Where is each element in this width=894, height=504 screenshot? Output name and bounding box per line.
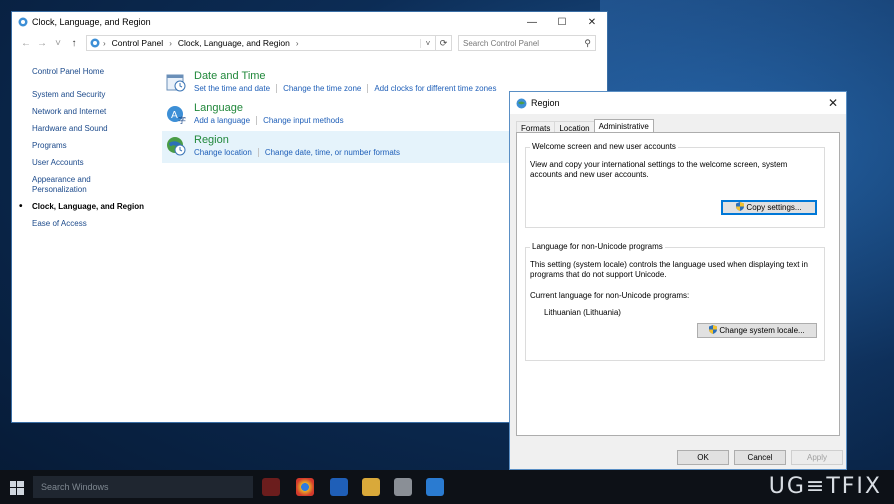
- unicode-description: This setting (system locale) controls th…: [530, 260, 808, 279]
- chevron-right-icon: ›: [103, 38, 106, 48]
- copy-settings-button[interactable]: Copy settings...: [721, 200, 817, 215]
- welcome-description: View and copy your international setting…: [530, 160, 788, 179]
- link-add-language[interactable]: Add a language: [194, 116, 250, 125]
- navigation-bar: ← → ˅ ↑ › Control Panel › Clock, Languag…: [12, 32, 607, 54]
- address-bar[interactable]: › Control Panel › Clock, Language, and R…: [86, 35, 436, 51]
- nav-system-and-security[interactable]: System and Security: [32, 90, 162, 100]
- nav-user-accounts[interactable]: User Accounts: [32, 158, 162, 168]
- nav-network-and-internet[interactable]: Network and Internet: [32, 107, 162, 117]
- link-change-time-zone[interactable]: Change the time zone: [283, 84, 361, 93]
- unicode-group: Language for non-Unicode programs This s…: [525, 242, 825, 361]
- minimize-button[interactable]: —: [517, 12, 547, 32]
- nav-clock-language-region: • Clock, Language, and Region: [19, 202, 162, 212]
- category-title[interactable]: Date and Time: [194, 67, 602, 83]
- link-change-location[interactable]: Change location: [194, 148, 252, 157]
- breadcrumb-clock-language-region[interactable]: Clock, Language, and Region: [178, 38, 290, 48]
- nav-programs[interactable]: Programs: [32, 141, 162, 151]
- region-dialog: Region ✕ Formats Location Administrative…: [509, 91, 847, 470]
- group-legend: Language for non-Unicode programs: [530, 242, 665, 251]
- cp-titlebar: Clock, Language, and Region — ☐ ✕: [12, 12, 607, 32]
- apply-button: Apply: [791, 450, 843, 465]
- window-title: Clock, Language, and Region: [32, 17, 151, 27]
- taskbar-explorer-icon[interactable]: [362, 478, 380, 496]
- dialog-title: Region: [531, 98, 560, 108]
- left-nav: Control Panel Home System and Security N…: [19, 67, 162, 236]
- link-separator: [256, 116, 258, 126]
- change-system-locale-label: Change system locale...: [719, 326, 805, 335]
- control-panel-icon: [90, 38, 100, 48]
- link-separator: [257, 148, 259, 158]
- group-legend: Welcome screen and new user accounts: [530, 142, 678, 151]
- globe-clock-icon: [167, 137, 186, 156]
- link-change-input-methods[interactable]: Change input methods: [263, 116, 344, 125]
- change-system-locale-button[interactable]: Change system locale...: [697, 323, 817, 338]
- forward-arrow-icon[interactable]: →: [34, 38, 50, 49]
- windows-start-icon[interactable]: [10, 481, 24, 495]
- breadcrumb-control-panel[interactable]: Control Panel: [112, 38, 164, 48]
- language-icon: A 字: [167, 106, 186, 125]
- nav-hardware-and-sound[interactable]: Hardware and Sound: [32, 124, 162, 134]
- chevron-right-icon[interactable]: ›: [296, 39, 299, 48]
- chevron-right-icon[interactable]: ›: [169, 39, 172, 48]
- current-bullet-icon: •: [19, 201, 23, 212]
- taskbar-mail-icon[interactable]: [426, 478, 444, 496]
- search-input[interactable]: Search Control Panel ⚲: [458, 35, 596, 51]
- taskbar-chrome-icon[interactable]: [296, 478, 314, 496]
- ok-button[interactable]: OK: [677, 450, 729, 465]
- nav-control-panel-home[interactable]: Control Panel Home: [32, 67, 162, 77]
- uac-shield-icon: [736, 202, 745, 211]
- taskbar: Search Windows: [0, 470, 894, 504]
- taskbar-search-input[interactable]: Search Windows: [33, 476, 253, 498]
- svg-text:A: A: [171, 110, 178, 121]
- search-placeholder: Search Control Panel: [463, 38, 540, 48]
- recent-dropdown-icon[interactable]: ˅: [50, 38, 66, 49]
- administrative-panel: Welcome screen and new user accounts Vie…: [516, 132, 840, 436]
- link-change-formats[interactable]: Change date, time, or number formats: [265, 148, 400, 157]
- current-language-value: Lithuanian (Lithuania): [544, 308, 621, 317]
- refresh-icon[interactable]: ⟳: [436, 35, 452, 51]
- taskbar-app-icon[interactable]: [262, 478, 280, 496]
- current-language-label: Current language for non-Unicode program…: [530, 291, 690, 300]
- watermark-logo: UG≡TFIX: [768, 474, 882, 499]
- link-separator: [367, 84, 369, 94]
- control-panel-icon: [18, 17, 28, 27]
- chevron-down-icon[interactable]: ˅: [420, 38, 435, 48]
- region-titlebar: Region ✕: [510, 92, 846, 114]
- nav-ease-of-access[interactable]: Ease of Access: [32, 219, 162, 229]
- globe-icon: [516, 98, 527, 108]
- welcome-group: Welcome screen and new user accounts Vie…: [525, 142, 825, 228]
- nav-clock-language-region-label: Clock, Language, and Region: [32, 202, 145, 211]
- up-arrow-icon[interactable]: ↑: [66, 38, 82, 49]
- taskbar-app-icon[interactable]: [394, 478, 412, 496]
- taskbar-edge-icon[interactable]: [330, 478, 348, 496]
- link-add-clocks[interactable]: Add clocks for different time zones: [374, 84, 496, 93]
- link-separator: [276, 84, 278, 94]
- uac-shield-icon: [709, 325, 718, 334]
- search-icon[interactable]: ⚲: [584, 38, 591, 49]
- nav-appearance-and-personalization[interactable]: Appearance and Personalization: [32, 175, 112, 195]
- copy-settings-label: Copy settings...: [746, 203, 802, 212]
- back-arrow-icon[interactable]: ←: [18, 38, 34, 49]
- link-set-time-date[interactable]: Set the time and date: [194, 84, 270, 93]
- close-button[interactable]: ✕: [820, 96, 846, 110]
- cancel-button[interactable]: Cancel: [734, 450, 786, 465]
- close-button[interactable]: ✕: [577, 12, 607, 32]
- svg-text:字: 字: [178, 115, 186, 125]
- maximize-button[interactable]: ☐: [547, 12, 577, 32]
- calendar-clock-icon: [166, 74, 186, 92]
